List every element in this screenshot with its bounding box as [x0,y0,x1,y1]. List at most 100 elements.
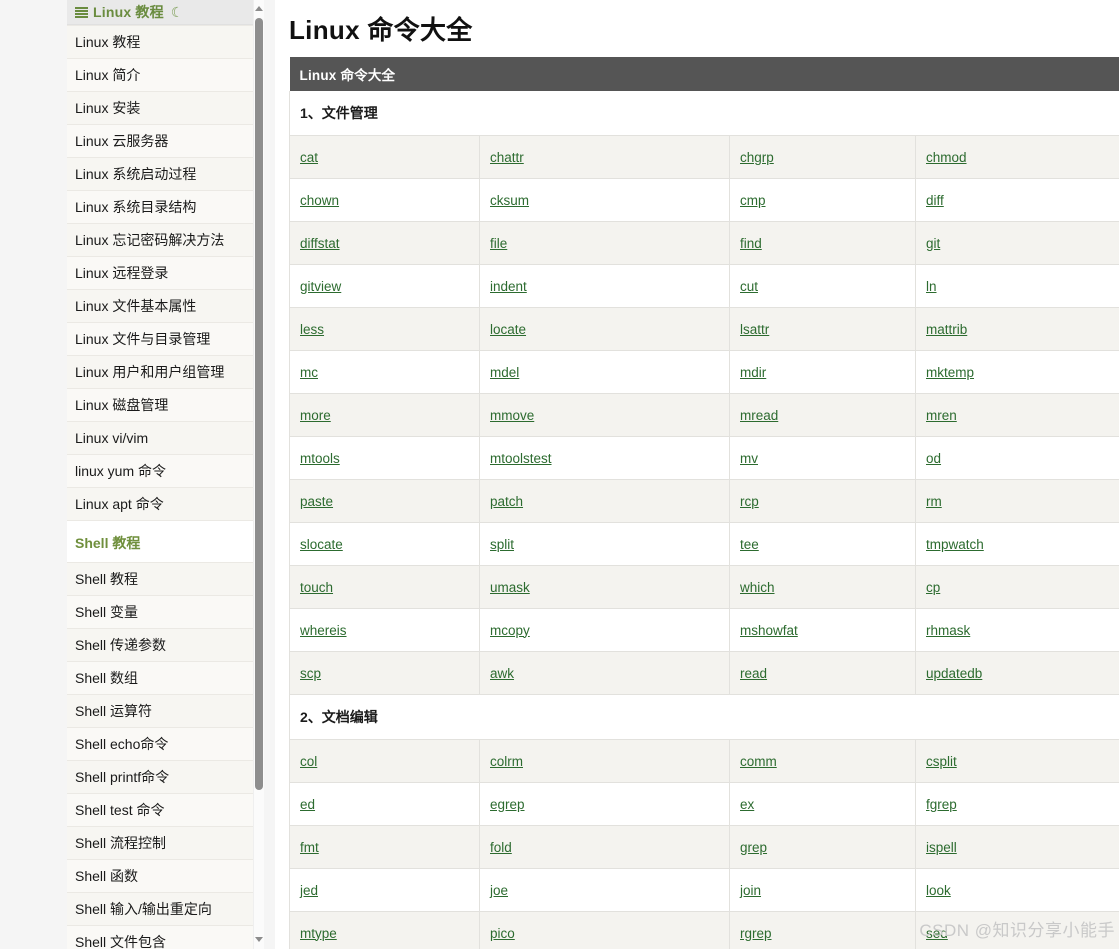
command-link-mdel[interactable]: mdel [490,365,519,380]
sidebar-item-shell-test[interactable]: Shell test 命令 [67,794,253,827]
sidebar-item-linux[interactable]: Linux 系统目录结构 [67,191,253,224]
sidebar-item-linux-yum[interactable]: linux yum 命令 [67,455,253,488]
command-link-indent[interactable]: indent [490,279,527,294]
command-link-whereis[interactable]: whereis [300,623,347,638]
sidebar-item-shell[interactable]: Shell 流程控制 [67,827,253,860]
sidebar-header[interactable]: Linux 教程 ☾ [67,0,253,25]
command-link-join[interactable]: join [740,883,761,898]
command-link-paste[interactable]: paste [300,494,333,509]
sidebar-item-linux[interactable]: Linux 忘记密码解决方法 [67,224,253,257]
command-link-chgrp[interactable]: chgrp [740,150,774,165]
command-link-joe[interactable]: joe [490,883,508,898]
sidebar-item-linux[interactable]: Linux 安装 [67,92,253,125]
command-link-cksum[interactable]: cksum [490,193,529,208]
command-link-less[interactable]: less [300,322,324,337]
command-link-touch[interactable]: touch [300,580,333,595]
command-link-jed[interactable]: jed [300,883,318,898]
scroll-up-arrow-icon[interactable] [254,1,264,15]
hamburger-icon[interactable] [75,6,88,18]
sidebar-item-shell[interactable]: Shell 变量 [67,596,253,629]
command-link-cmp[interactable]: cmp [740,193,766,208]
command-link-od[interactable]: od [926,451,941,466]
command-link-umask[interactable]: umask [490,580,530,595]
command-link-mmove[interactable]: mmove [490,408,534,423]
command-link-rm[interactable]: rm [926,494,942,509]
command-link-find[interactable]: find [740,236,762,251]
command-link-which[interactable]: which [740,580,775,595]
sidebar-item-linux-apt[interactable]: Linux apt 命令 [67,488,253,521]
sidebar-item-linux[interactable]: Linux 教程 [67,26,253,59]
command-link-mtoolstest[interactable]: mtoolstest [490,451,552,466]
command-link-egrep[interactable]: egrep [490,797,525,812]
command-link-csplit[interactable]: csplit [926,754,957,769]
sidebar-item-linux[interactable]: Linux 系统启动过程 [67,158,253,191]
command-link-rgrep[interactable]: rgrep [740,926,772,941]
sidebar-item-linux[interactable]: Linux 文件基本属性 [67,290,253,323]
sidebar-item-shell[interactable]: Shell 运算符 [67,695,253,728]
command-link-awk[interactable]: awk [490,666,514,681]
command-link-mshowfat[interactable]: mshowfat [740,623,798,638]
command-link-gitview[interactable]: gitview [300,279,341,294]
sidebar-item-shell-echo[interactable]: Shell echo命令 [67,728,253,761]
command-link-read[interactable]: read [740,666,767,681]
command-link-cut[interactable]: cut [740,279,758,294]
command-link-ln[interactable]: ln [926,279,937,294]
sidebar-item-shell[interactable]: Shell 传递参数 [67,629,253,662]
command-link-fmt[interactable]: fmt [300,840,319,855]
sidebar-scrollbar[interactable] [253,0,264,949]
sidebar-item-shell[interactable]: Shell 输入/输出重定向 [67,893,253,926]
command-link-chattr[interactable]: chattr [490,150,524,165]
sidebar-item-linux[interactable]: Linux 云服务器 [67,125,253,158]
sidebar-item-linux-vi-vim[interactable]: Linux vi/vim [67,422,253,455]
command-link-tmpwatch[interactable]: tmpwatch [926,537,984,552]
command-link-ispell[interactable]: ispell [926,840,957,855]
command-link-file[interactable]: file [490,236,507,251]
sidebar-item-linux[interactable]: Linux 简介 [67,59,253,92]
command-link-patch[interactable]: patch [490,494,523,509]
command-link-sed[interactable]: sed [926,926,948,941]
sidebar-item-shell[interactable]: Shell 数组 [67,662,253,695]
command-link-pico[interactable]: pico [490,926,515,941]
command-link-mattrib[interactable]: mattrib [926,322,967,337]
command-link-chmod[interactable]: chmod [926,150,967,165]
sidebar-item-shell[interactable]: Shell 函数 [67,860,253,893]
command-link-more[interactable]: more [300,408,331,423]
sidebar-item-shell-printf[interactable]: Shell printf命令 [67,761,253,794]
command-link-colrm[interactable]: colrm [490,754,523,769]
command-link-mtools[interactable]: mtools [300,451,340,466]
command-link-mren[interactable]: mren [926,408,957,423]
command-link-git[interactable]: git [926,236,940,251]
sidebar-item-linux[interactable]: Linux 远程登录 [67,257,253,290]
command-link-col[interactable]: col [300,754,317,769]
command-link-scp[interactable]: scp [300,666,321,681]
command-link-comm[interactable]: comm [740,754,777,769]
command-link-locate[interactable]: locate [490,322,526,337]
command-link-rcp[interactable]: rcp [740,494,759,509]
command-link-fold[interactable]: fold [490,840,512,855]
scroll-down-arrow-icon[interactable] [254,932,264,946]
command-link-slocate[interactable]: slocate [300,537,343,552]
command-link-cp[interactable]: cp [926,580,940,595]
command-link-tee[interactable]: tee [740,537,759,552]
command-link-diff[interactable]: diff [926,193,944,208]
scrollbar-thumb[interactable] [255,18,263,790]
sidebar-item-linux[interactable]: Linux 用户和用户组管理 [67,356,253,389]
command-link-diffstat[interactable]: diffstat [300,236,340,251]
command-link-cat[interactable]: cat [300,150,318,165]
command-link-fgrep[interactable]: fgrep [926,797,957,812]
command-link-mv[interactable]: mv [740,451,758,466]
command-link-mktemp[interactable]: mktemp [926,365,974,380]
command-link-split[interactable]: split [490,537,514,552]
command-link-mcopy[interactable]: mcopy [490,623,530,638]
sidebar-item-shell[interactable]: Shell 教程 [67,563,253,596]
command-link-ex[interactable]: ex [740,797,754,812]
sidebar-item-linux[interactable]: Linux 文件与目录管理 [67,323,253,356]
command-link-updatedb[interactable]: updatedb [926,666,982,681]
command-link-mdir[interactable]: mdir [740,365,766,380]
command-link-mc[interactable]: mc [300,365,318,380]
command-link-chown[interactable]: chown [300,193,339,208]
command-link-ed[interactable]: ed [300,797,315,812]
sidebar-item-shell[interactable]: Shell 文件包含 [67,926,253,949]
command-link-grep[interactable]: grep [740,840,767,855]
command-link-look[interactable]: look [926,883,951,898]
